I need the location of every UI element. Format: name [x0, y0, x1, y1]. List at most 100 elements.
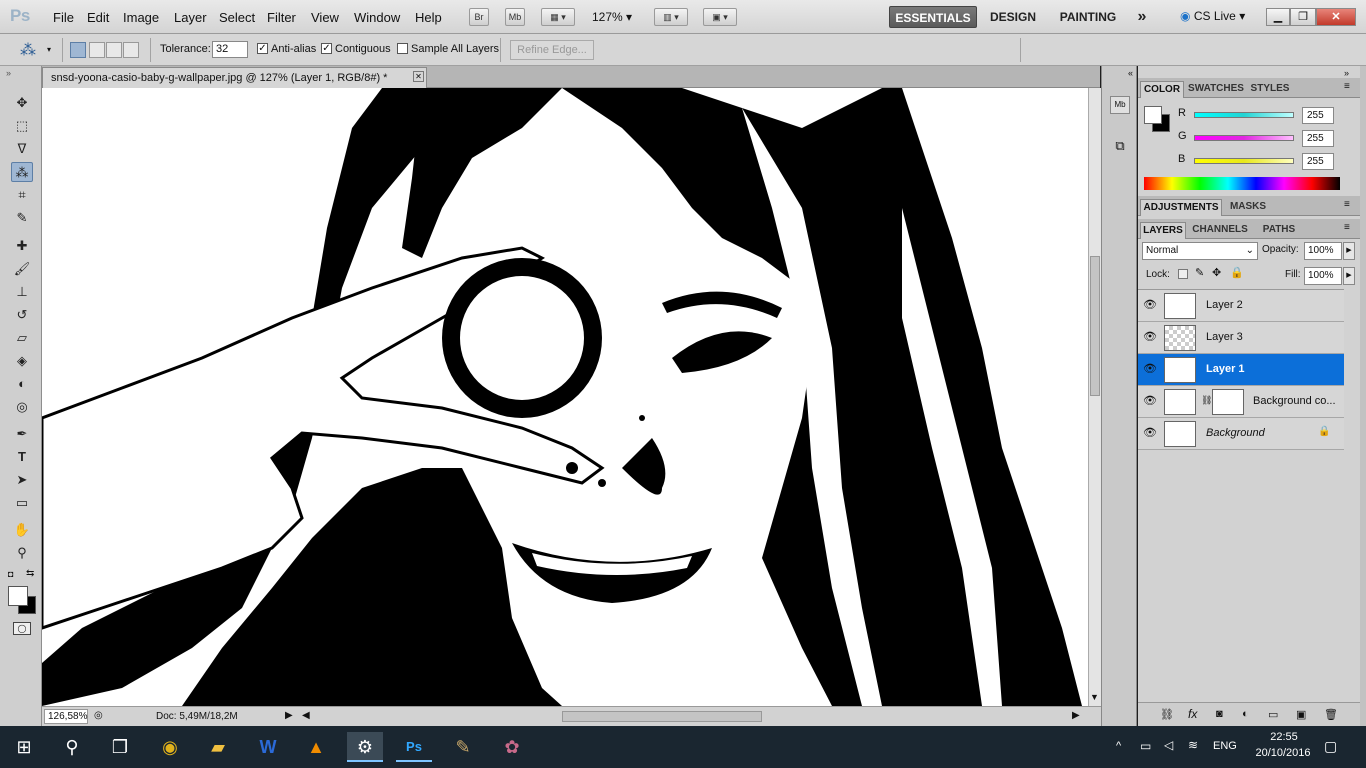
menu-select[interactable]: Select	[219, 10, 255, 25]
bridge-button[interactable]: Br	[469, 8, 489, 26]
minibridge-button[interactable]: Mb	[505, 8, 525, 26]
task-view-icon[interactable]: ❐	[102, 732, 138, 762]
paint-bucket-tool-icon[interactable]: ◈	[11, 351, 33, 371]
tab-channels[interactable]: CHANNELS	[1188, 222, 1252, 239]
layer-style-icon[interactable]: fx	[1188, 707, 1197, 721]
adjustments-menu-icon[interactable]: ≡	[1344, 199, 1350, 210]
default-colors-icon[interactable]: ◘	[8, 569, 13, 579]
wifi-icon[interactable]: ≋	[1188, 738, 1198, 752]
opacity-input[interactable]: 100%	[1304, 242, 1342, 260]
sample-all-layers-checkbox[interactable]	[397, 43, 408, 54]
quick-selection-tool-icon[interactable]: ⁂	[20, 40, 36, 60]
clock-date[interactable]: 20/10/2016	[1248, 747, 1318, 759]
battery-icon[interactable]: ▭	[1140, 739, 1151, 753]
menu-view[interactable]: View	[311, 10, 339, 25]
contiguous-checkbox[interactable]: ✓	[321, 43, 332, 54]
vertical-scroll-thumb[interactable]	[1090, 256, 1100, 396]
layer-row-layer-1[interactable]: 👁 Layer 1	[1138, 354, 1344, 386]
type-tool-icon[interactable]: T	[11, 447, 33, 467]
fill-input[interactable]: 100%	[1304, 267, 1342, 285]
menu-edit[interactable]: Edit	[87, 10, 109, 25]
quick-selection-tool-icon[interactable]: ⁂	[11, 162, 33, 182]
brush-tool-icon[interactable]: 🖌	[11, 259, 33, 279]
adjustment-layer-icon[interactable]: ◐	[1242, 708, 1249, 720]
refine-edge-button[interactable]: Refine Edge...	[510, 40, 594, 60]
zoom-status-field[interactable]: 126,58%	[44, 709, 88, 724]
panel-scrollbar[interactable]	[1360, 66, 1366, 726]
pen-tool-icon[interactable]: ✒	[11, 424, 33, 444]
subtract-from-selection-icon[interactable]	[106, 42, 122, 58]
close-document-icon[interactable]: ✕	[413, 71, 424, 82]
workspace-design[interactable]: DESIGN	[985, 6, 1041, 28]
layer-row-layer-2[interactable]: 👁 Layer 2	[1138, 290, 1344, 322]
add-to-selection-icon[interactable]	[89, 42, 105, 58]
new-group-icon[interactable]: ▭	[1268, 708, 1278, 721]
blue-track[interactable]	[1194, 158, 1294, 164]
menu-file[interactable]: File	[53, 10, 74, 25]
dock-collapse-icon[interactable]: «	[1128, 68, 1133, 78]
tab-color[interactable]: COLOR	[1140, 81, 1184, 98]
menu-layer[interactable]: Layer	[174, 10, 207, 25]
layer-row-layer-3[interactable]: 👁 Layer 3	[1138, 322, 1344, 354]
document-tab[interactable]: snsd-yoona-casio-baby-g-wallpaper.jpg @ …	[42, 67, 427, 88]
windows-start-icon[interactable]: ⊞	[6, 732, 42, 762]
scroll-right-arrow-icon[interactable]: ▶	[1072, 710, 1080, 721]
word-icon[interactable]: W	[250, 732, 286, 762]
lock-position-icon[interactable]: ✥	[1212, 266, 1221, 279]
tab-masks[interactable]: MASKS	[1224, 199, 1272, 216]
menu-image[interactable]: Image	[123, 10, 159, 25]
marquee-tool-icon[interactable]: ⬚	[11, 116, 33, 136]
lasso-tool-icon[interactable]: ᐁ	[11, 139, 33, 159]
steam-icon[interactable]: ⚙	[347, 732, 383, 762]
opacity-arrow-icon[interactable]: ▶	[1343, 242, 1355, 260]
cs-live-button[interactable]: ◉ CS Live ▾	[1180, 9, 1245, 23]
quick-mask-icon[interactable]: ◯	[13, 622, 31, 635]
tab-styles[interactable]: STYLES	[1248, 81, 1292, 98]
lock-transparent-icon[interactable]	[1178, 269, 1188, 279]
eye-icon[interactable]: 👁	[1143, 395, 1157, 407]
paint-icon[interactable]: ✎	[445, 732, 481, 762]
color-fg-swatch[interactable]	[1144, 106, 1162, 124]
green-value-input[interactable]: 255	[1302, 130, 1334, 147]
eyedropper-tool-icon[interactable]: ✎	[11, 208, 33, 228]
color-panel-menu-icon[interactable]: ≡	[1344, 81, 1350, 92]
eraser-tool-icon[interactable]: ▱	[11, 328, 33, 348]
eye-icon[interactable]: 👁	[1143, 299, 1157, 311]
vertical-scrollbar[interactable]: ▼	[1088, 88, 1101, 706]
layer-row-background-copy[interactable]: 👁 ⛓ Background co...	[1138, 386, 1344, 418]
swap-colors-icon[interactable]: ⇆	[26, 568, 34, 579]
menu-filter[interactable]: Filter	[267, 10, 296, 25]
blue-slider[interactable]: B 255	[1178, 153, 1338, 174]
red-track[interactable]	[1194, 112, 1294, 118]
view-extras-button[interactable]: ▦ ▾	[541, 8, 575, 26]
green-track[interactable]	[1194, 135, 1294, 141]
blue-value-input[interactable]: 255	[1302, 153, 1334, 170]
file-explorer-icon[interactable]: ▰	[200, 732, 236, 762]
image-canvas[interactable]	[42, 88, 1088, 706]
delete-layer-icon[interactable]: 🗑	[1324, 708, 1338, 721]
red-slider[interactable]: R 255	[1178, 107, 1338, 128]
chrome-icon[interactable]: ◉	[152, 732, 188, 762]
red-value-input[interactable]: 255	[1302, 107, 1334, 124]
crop-tool-icon[interactable]: ⌗	[11, 185, 33, 205]
move-tool-icon[interactable]: ✥	[11, 93, 33, 113]
clone-stamp-tool-icon[interactable]: ⊥	[11, 282, 33, 302]
menu-help[interactable]: Help	[415, 10, 442, 25]
photoshop-taskbar-icon[interactable]: Ps	[396, 732, 432, 762]
volume-icon[interactable]: ◁	[1164, 738, 1173, 752]
vlc-icon[interactable]: ▲	[298, 732, 334, 762]
3d-rotate-tool-icon[interactable]: ◎	[11, 397, 33, 417]
anti-alias-checkbox[interactable]: ✓	[257, 43, 268, 54]
layers-menu-icon[interactable]: ≡	[1344, 222, 1350, 233]
arrange-documents-button[interactable]: ▥ ▾	[654, 8, 688, 26]
healing-brush-tool-icon[interactable]: ✚	[11, 236, 33, 256]
tolerance-input[interactable]: 32	[212, 41, 248, 58]
panels-expand-icon[interactable]: »	[1344, 68, 1349, 78]
workspace-painting[interactable]: PAINTING	[1053, 6, 1123, 28]
screen-mode-button[interactable]: ▣ ▾	[703, 8, 737, 26]
blend-mode-select[interactable]: Normal ⌄	[1142, 242, 1258, 260]
tab-layers[interactable]: LAYERS	[1140, 222, 1186, 239]
dodge-tool-icon[interactable]: ◐	[11, 374, 33, 394]
workspace-more[interactable]: »	[1130, 6, 1154, 28]
action-center-icon[interactable]: ▢	[1324, 738, 1337, 755]
